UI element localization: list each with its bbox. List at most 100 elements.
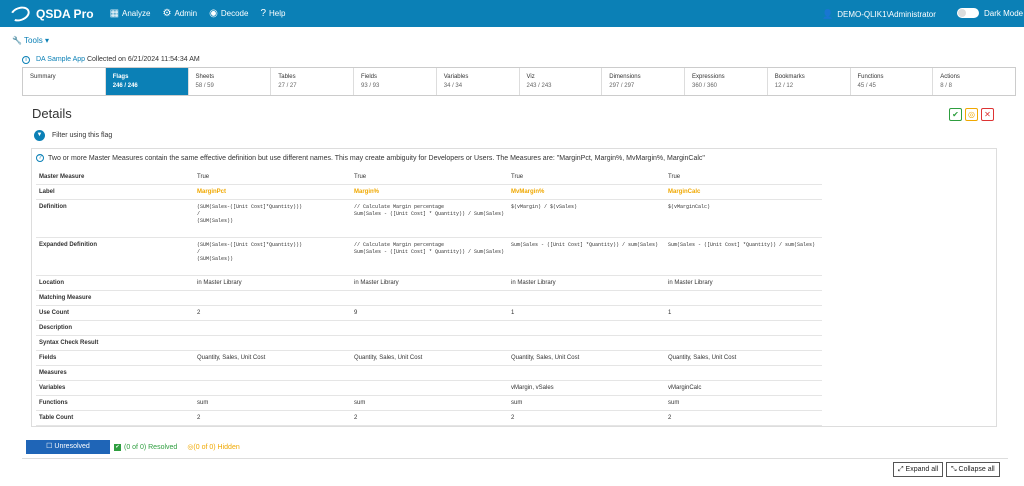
- table-cell: Sum(Sales - ([Unit Cost] *Quantity)) / s…: [508, 237, 665, 276]
- question-icon: ?: [260, 8, 267, 19]
- toggle-switch[interactable]: [957, 8, 979, 18]
- table-cell: sum: [665, 395, 822, 411]
- table-cell: 1: [508, 305, 665, 321]
- table-row: Syntax Check Result: [36, 335, 822, 351]
- logo-icon: [8, 3, 32, 24]
- table-row: Master Measure True True True True: [36, 170, 822, 185]
- tab-viz[interactable]: Viz 243 / 243: [520, 68, 603, 95]
- check-icon: ✔: [114, 443, 121, 451]
- row-label: Description: [36, 320, 194, 336]
- table-cell: True: [194, 170, 351, 185]
- filter-flag[interactable]: ▼ Filter using this flag: [34, 130, 112, 141]
- resolve-button[interactable]: ✔: [949, 108, 962, 121]
- grid-icon: ▦: [109, 8, 120, 19]
- tab-sheets[interactable]: Sheets 58 / 59: [189, 68, 272, 95]
- status-bar: ☐ Unresolved ✔ (0 of 0) Resolved ◎ (0 of …: [26, 440, 240, 454]
- tab-expressions[interactable]: Expressions 360 / 360: [685, 68, 768, 95]
- collapse-all-button[interactable]: ⤡ Collapse all: [946, 462, 1000, 477]
- table-cell: True: [665, 170, 822, 185]
- table-cell: [508, 335, 665, 351]
- table-cell: [194, 290, 351, 306]
- table-cell: vMargin, vSales: [508, 380, 665, 396]
- expand-all-button[interactable]: ⤢ Expand all: [893, 462, 944, 477]
- table-cell: MarginCalc: [665, 184, 822, 200]
- user-menu[interactable]: 👤 DEMO-QLIK1\Administrator: [822, 9, 936, 20]
- expand-icon: ⤢: [898, 466, 906, 473]
- dark-mode-toggle[interactable]: Dark Mode: [957, 8, 1023, 18]
- close-icon: ✕: [984, 110, 991, 119]
- table-cell: Sum(Sales - ([Unit Cost] *Quantity)) / s…: [665, 237, 822, 276]
- table-cell: (SUM(Sales-([Unit Cost]*Quantity))) / (S…: [194, 237, 351, 276]
- hidden-filter[interactable]: ◎ (0 of 0) Hidden: [187, 443, 239, 452]
- tab-tables[interactable]: Tables 27 / 27: [271, 68, 354, 95]
- resolved-filter[interactable]: ✔ (0 of 0) Resolved: [114, 443, 177, 451]
- table-cell: // Calculate Margin percentage Sum(Sales…: [351, 199, 508, 238]
- row-label: Use Count: [36, 305, 194, 321]
- measures-table: Master Measure True True True True Label Margi…: [36, 170, 822, 426]
- row-label: Measures: [36, 365, 194, 381]
- gear-icon: ⚙: [162, 8, 172, 19]
- row-label: Fields: [36, 350, 194, 366]
- hide-button[interactable]: ◎: [965, 108, 978, 121]
- table-cell: Margin%: [351, 184, 508, 200]
- details-title: Details: [32, 106, 72, 121]
- close-button[interactable]: ✕: [981, 108, 994, 121]
- brand-title: QSDA Pro: [36, 6, 94, 21]
- table-cell: 2: [194, 410, 351, 426]
- eye-slash-icon: ◎: [968, 110, 975, 119]
- table-row: Functions sum sum sum sum: [36, 395, 822, 411]
- check-icon: ✔: [952, 110, 959, 119]
- table-cell: [351, 320, 508, 336]
- user-icon: 👤: [822, 9, 834, 19]
- table-cell: in Master Library: [665, 275, 822, 291]
- table-row: Use Count 2 9 1 1: [36, 305, 822, 321]
- table-cell: MvMargin%: [508, 184, 665, 200]
- wrench-icon: 🔧: [12, 36, 25, 45]
- tab-actions[interactable]: Actions 8 / 8: [933, 68, 1015, 95]
- nav-help[interactable]: ? Help: [260, 8, 285, 19]
- table-cell: sum: [351, 395, 508, 411]
- table-cell: [194, 380, 351, 396]
- table-cell: [194, 335, 351, 351]
- table-row: Description: [36, 320, 822, 336]
- table-cell: True: [351, 170, 508, 185]
- table-cell: [351, 380, 508, 396]
- table-cell: sum: [194, 395, 351, 411]
- row-label: Matching Measure: [36, 290, 194, 306]
- table-cell: [508, 320, 665, 336]
- table-cell: in Master Library: [194, 275, 351, 291]
- row-label: Definition: [36, 199, 194, 238]
- table-cell: [665, 290, 822, 306]
- tab-functions[interactable]: Functions 45 / 45: [851, 68, 934, 95]
- table-cell: $(vMarginCalc): [665, 199, 822, 238]
- nav-admin[interactable]: ⚙ Admin: [162, 8, 197, 19]
- flag-message: ? Two or more Master Measures contain the…: [36, 154, 705, 162]
- app-name-link[interactable]: DA Sample App: [36, 56, 85, 63]
- table-cell: 2: [194, 305, 351, 321]
- table-row: Location in Master Library in Master Libra…: [36, 275, 822, 291]
- tab-flags[interactable]: Flags 246 / 246: [105, 68, 189, 95]
- table-cell: 2: [508, 410, 665, 426]
- table-cell: MarginPct: [194, 184, 351, 200]
- top-bar: QSDA Pro ▦ Analyze ⚙ Admin ◉ Decode ? Help 👤…: [0, 0, 1024, 27]
- row-label: Expanded Definition: [36, 237, 194, 276]
- nav-decode[interactable]: ◉ Decode: [209, 8, 248, 19]
- row-label: Location: [36, 275, 194, 291]
- tab-dimensions[interactable]: Dimensions 297 / 297: [602, 68, 685, 95]
- row-label: Functions: [36, 395, 194, 411]
- tools-menu[interactable]: 🔧 Tools ▾: [12, 36, 49, 45]
- logo[interactable]: QSDA Pro: [8, 3, 94, 24]
- tab-bookmarks[interactable]: Bookmarks 12 / 12: [768, 68, 851, 95]
- app-info: i DA Sample App Collected on 6/21/2024 11…: [22, 56, 200, 64]
- tab-variables[interactable]: Variables 34 / 34: [437, 68, 520, 95]
- unresolved-button[interactable]: ☐ Unresolved: [26, 440, 110, 454]
- tab-fields[interactable]: Fields 93 / 93: [354, 68, 437, 95]
- divider: [22, 458, 1008, 459]
- tab-bar: Summary Flags 246 / 246 Sheets 58 / 59 Tab…: [22, 67, 1016, 96]
- table-cell: (SUM(Sales-([Unit Cost]*Quantity))) / (S…: [194, 199, 351, 238]
- filter-icon: ▼: [34, 130, 45, 141]
- nav-analyze[interactable]: ▦ Analyze: [110, 8, 151, 19]
- tab-summary[interactable]: Summary: [23, 68, 106, 95]
- table-row: Expanded Definition (SUM(Sales-([Unit Cos…: [36, 237, 822, 276]
- table-cell: 2: [351, 410, 508, 426]
